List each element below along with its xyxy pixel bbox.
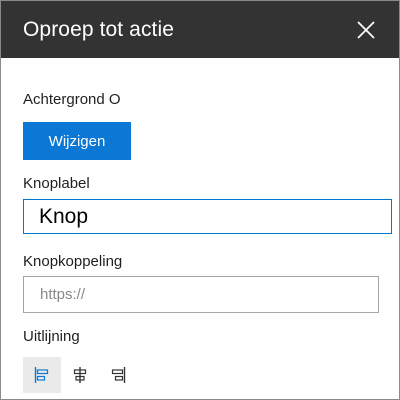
button-link-input[interactable]: https://	[23, 276, 379, 313]
panel-title: Oproep tot actie	[23, 17, 175, 41]
align-left-icon	[34, 367, 49, 383]
align-center-icon	[73, 367, 87, 383]
close-button[interactable]	[355, 19, 377, 41]
align-right-icon	[111, 367, 126, 383]
align-right-button[interactable]	[99, 357, 137, 393]
background-label: Achtergrond O	[23, 91, 121, 108]
alignment-label: Uitlijning	[23, 328, 80, 345]
button-label-label: Knoplabel	[23, 175, 90, 192]
button-label-input[interactable]: Knop	[23, 199, 392, 234]
align-center-button[interactable]	[61, 357, 99, 393]
alignment-options	[23, 357, 137, 393]
align-left-button[interactable]	[23, 357, 61, 393]
call-to-action-panel: Oproep tot actie Achtergrond O Wijzigen …	[0, 0, 400, 400]
change-button[interactable]: Wijzigen	[23, 122, 131, 160]
button-link-label: Knopkoppeling	[23, 253, 123, 270]
close-icon	[357, 20, 375, 39]
panel-header: Oproep tot actie	[1, 1, 399, 58]
